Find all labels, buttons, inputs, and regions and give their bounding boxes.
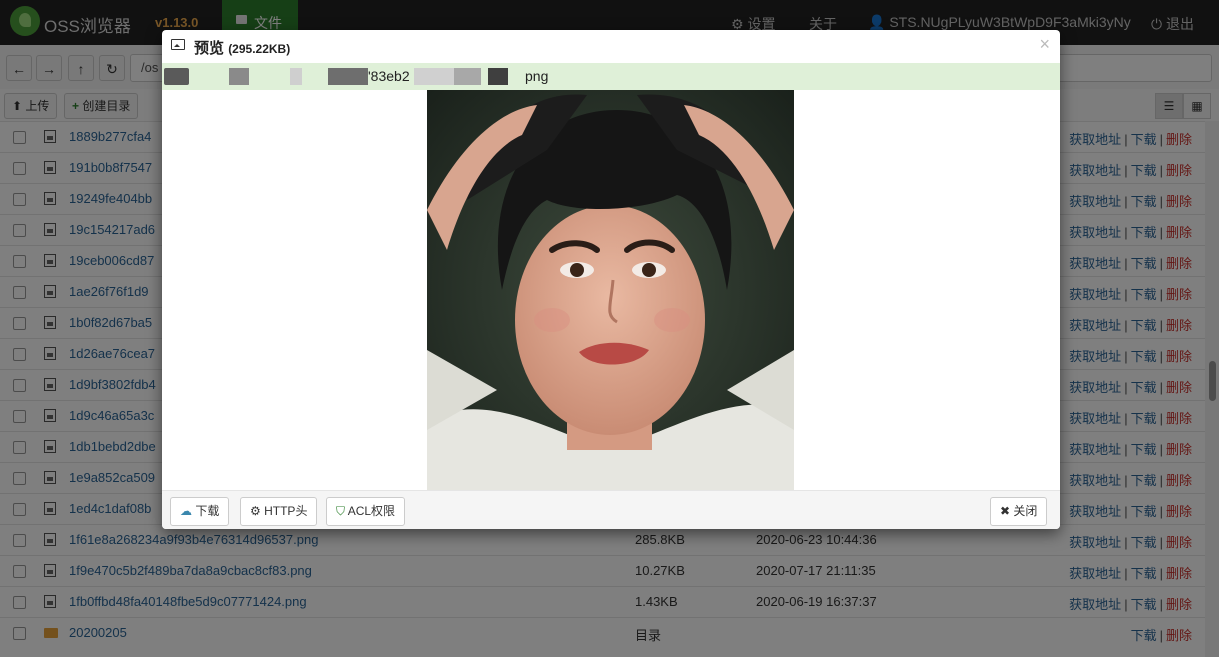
acl-permissions-button[interactable]: ⛉ ACL权限 [326,497,406,526]
acl-permissions-label: ACL权限 [347,504,396,518]
redaction-block [488,68,508,85]
modal-file-size: (295.22KB) [228,42,291,56]
redaction-block [229,68,249,85]
modal-download-label: 下载 [195,504,220,518]
modal-file-path: '83eb2 png [162,63,1060,90]
modal-title: 预览 (295.22KB) [194,37,290,58]
modal-title-text: 预览 [194,40,225,57]
cloud-download-icon: ☁ [180,504,192,518]
shield-icon: ⛉ [336,504,346,518]
modal-close-button[interactable]: ✖ 关闭 [990,497,1048,526]
modal-download-button[interactable]: ☁ 下载 [170,497,230,526]
close-icon: ✖ [1000,504,1011,518]
http-headers-label: HTTP头 [264,504,308,518]
modal-close-label: 关闭 [1013,504,1038,518]
modal-body [162,90,1060,490]
modal-path-part1: '83eb2 [368,68,410,84]
modal-path-part2: png [525,68,549,84]
redaction-block [328,68,368,85]
redaction-block [414,68,454,85]
image-icon [171,39,185,50]
http-headers-button[interactable]: ⚙ HTTP头 [240,497,318,526]
redaction-block [164,68,189,85]
modal-footer: ☁ 下载 ⚙ HTTP头 ⛉ ACL权限 ✖ 关闭 [162,490,1060,529]
preview-modal: 预览 (295.22KB) × '83eb2 png ☁ 下载 ⚙ HTTP头 … [162,30,1060,529]
preview-image [427,90,794,490]
modal-close-icon[interactable]: × [1039,34,1050,55]
redaction-block [290,68,302,85]
gear-icon: ⚙ [250,504,261,518]
redaction-block [454,68,481,85]
modal-header: 预览 (295.22KB) × [162,30,1060,64]
